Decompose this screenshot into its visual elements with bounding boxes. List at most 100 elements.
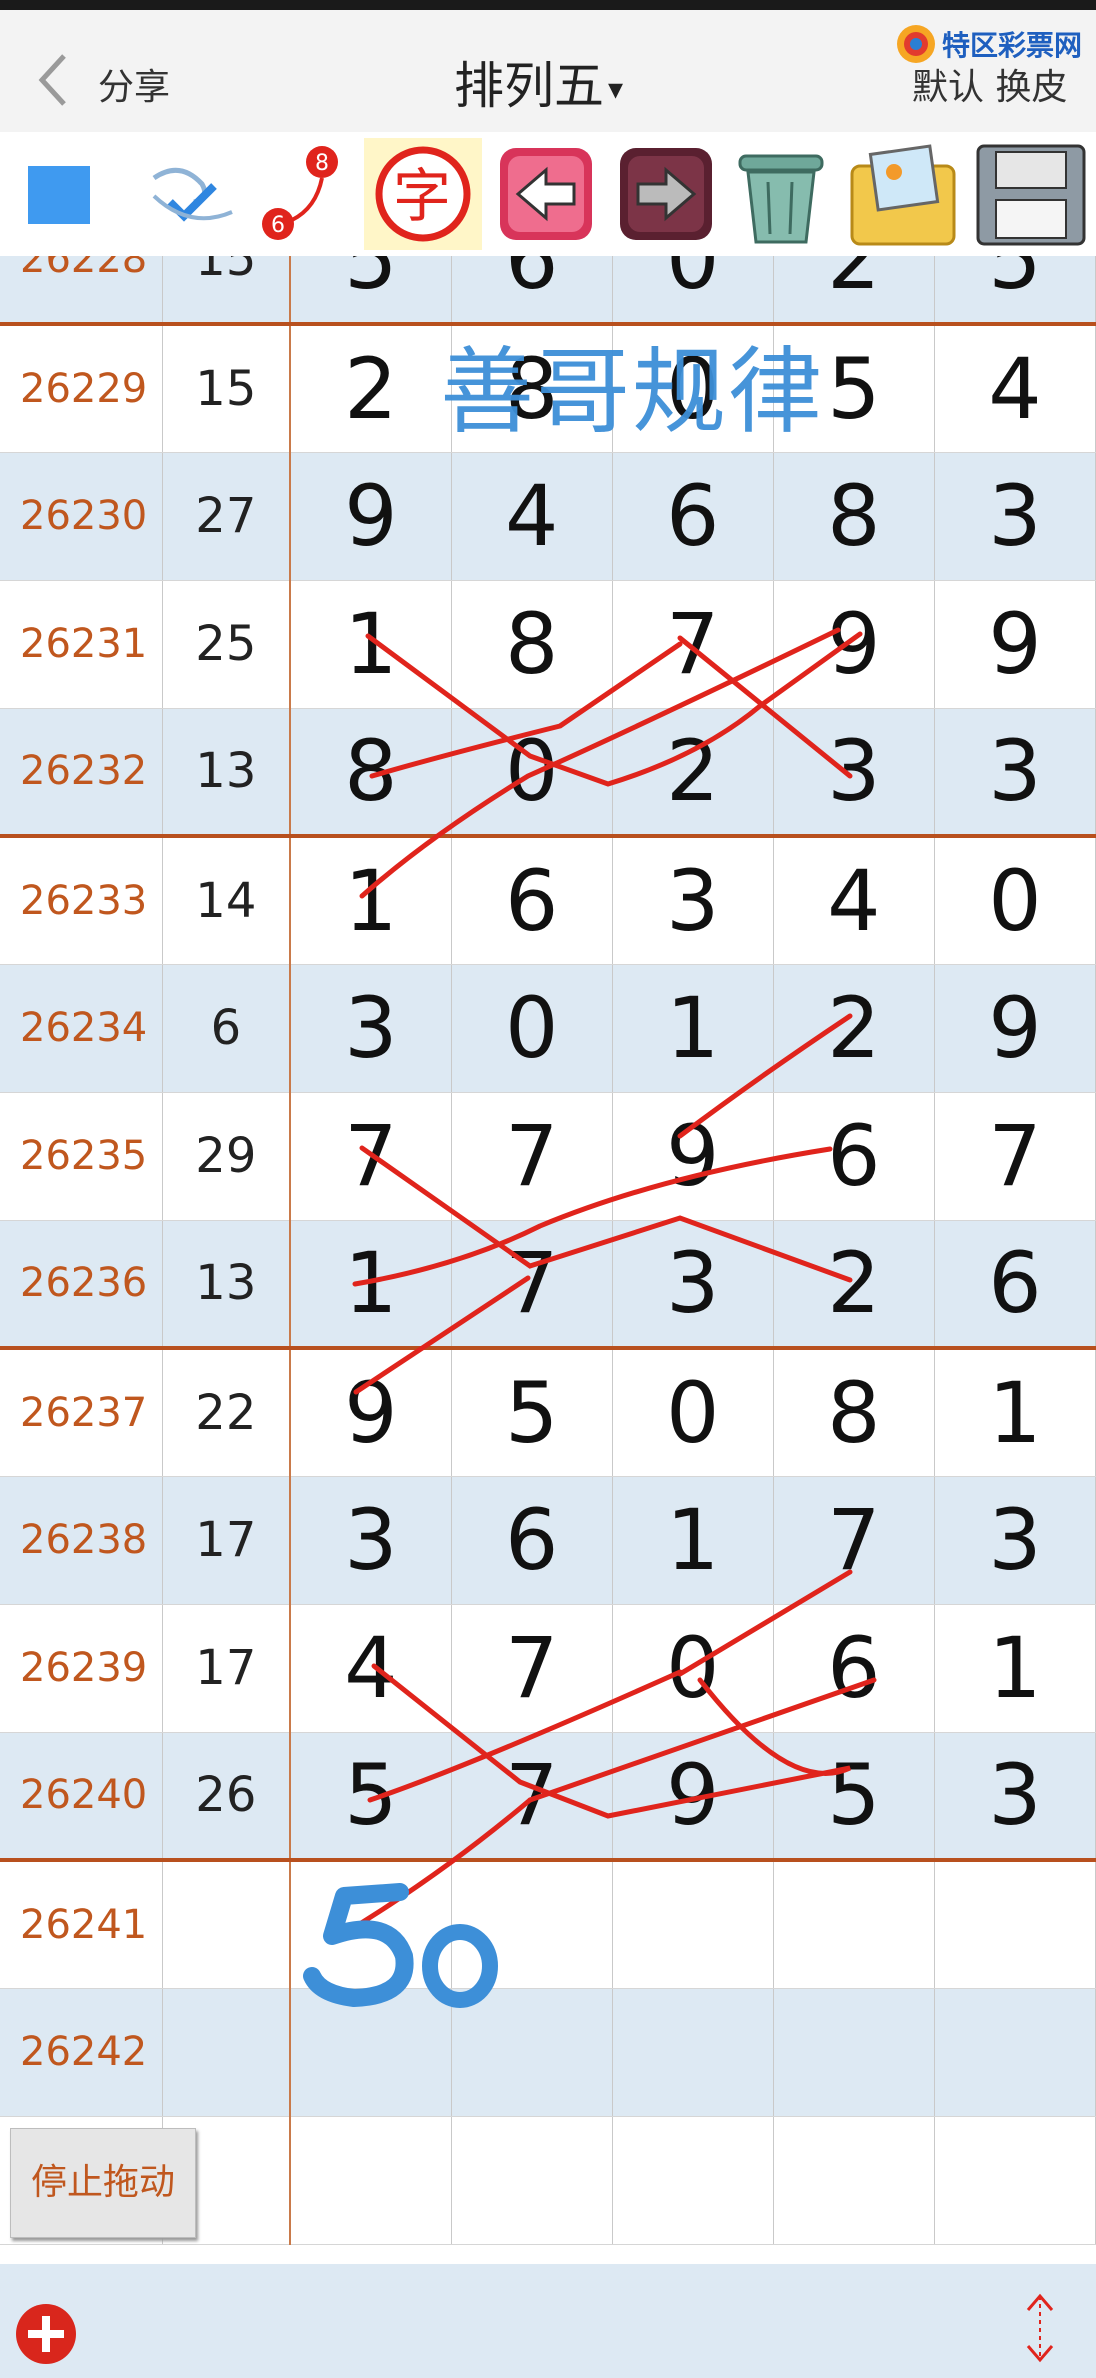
digit-cell[interactable]: 3 [934,1476,1096,1605]
digit-cell[interactable]: 1 [612,964,774,1093]
digit-cell[interactable] [612,2116,774,2245]
default-skin-button[interactable]: 默认 换皮 [912,58,1067,110]
digit-cell[interactable]: 3 [612,1220,774,1350]
issue-number-cell: 26240 [0,1732,163,1862]
add-icon[interactable] [16,2304,76,2364]
digit-cell[interactable]: 1 [934,1604,1096,1733]
digit-cell[interactable]: 0 [612,1348,774,1477]
digit-cell[interactable]: 9 [773,580,935,709]
digit-cell[interactable]: 7 [451,1220,613,1350]
digit-cell[interactable] [934,2116,1096,2245]
digit-cell[interactable] [934,1988,1096,2117]
digit-cell[interactable]: 6 [451,836,613,965]
digit-cell[interactable] [773,1860,935,1989]
text-tool-button[interactable]: 字 [364,138,482,250]
digit-cell[interactable]: 4 [773,836,935,965]
pen-tool-icon[interactable] [140,138,240,250]
digit-cell[interactable] [773,1988,935,2117]
sum-value-cell: 13 [162,1220,292,1350]
digit-cell[interactable] [290,1860,452,1989]
digit-cell[interactable]: 6 [451,1476,613,1605]
digit-cell[interactable]: 9 [934,580,1096,709]
digit-cell[interactable]: 3 [773,708,935,838]
digit-cell[interactable]: 1 [290,836,452,965]
digit-cell[interactable]: 8 [290,708,452,838]
digit-cell[interactable]: 9 [934,964,1096,1093]
digit-cell[interactable]: 9 [290,1348,452,1477]
digit-cell[interactable]: 7 [451,1092,613,1221]
digit-cell[interactable]: 5 [290,256,452,326]
digit-cell[interactable] [612,1988,774,2117]
digit-cell[interactable]: 0 [612,1604,774,1733]
table-row: 26242 [0,1988,1096,2117]
page-title-dropdown[interactable]: 排列五 ▾ [454,46,623,118]
digit-cell[interactable] [290,2116,452,2245]
digit-cell[interactable]: 5 [934,256,1096,326]
save-disk-icon[interactable] [970,138,1092,250]
digit-cell[interactable]: 5 [773,1732,935,1862]
digit-cell[interactable]: 8 [773,1348,935,1477]
digit-cell[interactable]: 6 [451,256,613,326]
digit-cell[interactable]: 2 [773,1220,935,1350]
digit-cell[interactable]: 7 [773,1476,935,1605]
digit-cell[interactable]: 9 [612,1092,774,1221]
issue-number-cell: 26228 [0,256,163,326]
trash-icon[interactable] [726,138,836,250]
digit-cell[interactable]: 9 [612,1732,774,1862]
stop-drag-button[interactable]: 停止拖动 [10,2128,196,2238]
digit-cell[interactable]: 3 [290,1476,452,1605]
back-arrow-icon[interactable] [34,50,74,110]
digit-cell[interactable]: 1 [290,1220,452,1350]
digit-cell[interactable]: 6 [773,1604,935,1733]
digit-cell[interactable]: 7 [612,580,774,709]
image-folder-icon[interactable] [844,138,962,250]
digit-cell[interactable]: 6 [773,1092,935,1221]
digit-cell[interactable]: 3 [934,1732,1096,1862]
digit-cell[interactable] [612,1860,774,1989]
digit-cell[interactable]: 3 [934,708,1096,838]
digit-cell[interactable]: 5 [290,1732,452,1862]
digit-cell[interactable] [451,2116,613,2245]
digit-cell[interactable]: 6 [612,452,774,581]
digit-cell[interactable]: 1 [612,1476,774,1605]
digit-cell[interactable]: 2 [290,324,452,453]
digit-cell[interactable] [290,1988,452,2117]
share-button[interactable]: 分享 [98,58,170,110]
digit-cell[interactable] [451,1988,613,2117]
digit-cell[interactable]: 2 [773,964,935,1093]
redo-arrow-icon[interactable] [614,138,718,250]
digit-cell[interactable] [451,1860,613,1989]
digit-cell[interactable]: 2 [773,256,935,326]
digit-cell[interactable]: 3 [934,452,1096,581]
digit-cell[interactable]: 8 [773,452,935,581]
digit-cell[interactable]: 7 [451,1732,613,1862]
digit-cell[interactable]: 4 [290,1604,452,1733]
digit-cell[interactable]: 5 [451,1348,613,1477]
digit-cell[interactable]: 0 [612,256,774,326]
drawing-toolbar: 8 6 字 [0,132,1096,256]
digit-cell[interactable]: 7 [290,1092,452,1221]
digit-cell[interactable]: 0 [451,964,613,1093]
digit-cell[interactable]: 8 [451,580,613,709]
digit-cell[interactable]: 9 [290,452,452,581]
digit-cell[interactable]: 6 [934,1220,1096,1350]
digit-cell[interactable]: 0 [934,836,1096,965]
digit-cell[interactable]: 7 [934,1092,1096,1221]
digit-cell[interactable]: 2 [612,708,774,838]
digit-cell[interactable]: 1 [934,1348,1096,1477]
undo-arrow-icon[interactable] [494,138,598,250]
sum-value-cell: 26 [162,1732,292,1862]
digit-cell[interactable]: 3 [290,964,452,1093]
color-swatch-button[interactable] [28,166,90,224]
table-row: 26228 15 5 6 0 2 5 [0,256,1096,326]
number-tool-icon[interactable]: 8 6 [256,138,356,250]
digit-cell[interactable] [934,1860,1096,1989]
digit-cell[interactable]: 4 [934,324,1096,453]
digit-cell[interactable]: 1 [290,580,452,709]
digit-cell[interactable]: 3 [612,836,774,965]
digit-cell[interactable]: 0 [451,708,613,838]
digit-cell[interactable]: 7 [451,1604,613,1733]
digit-cell[interactable] [773,2116,935,2245]
scroll-up-down-icon[interactable] [1020,2288,1060,2368]
digit-cell[interactable]: 4 [451,452,613,581]
